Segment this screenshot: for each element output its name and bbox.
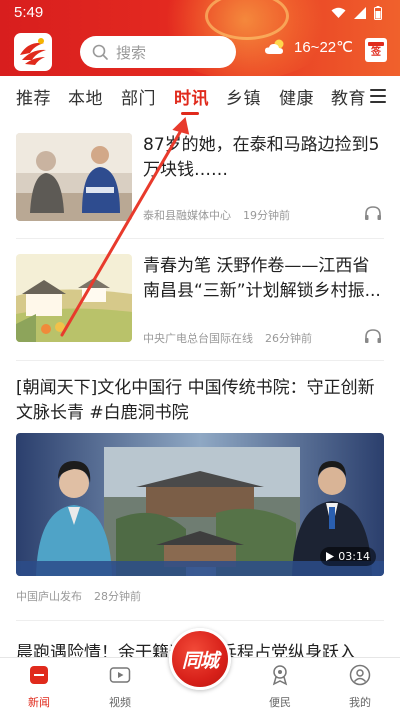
search-icon: [92, 44, 108, 60]
video-duration: 03:14: [320, 547, 376, 566]
signal-icon: [354, 7, 366, 19]
nav-video-label: 视频: [109, 696, 131, 709]
same-city-label: 同城: [181, 649, 219, 672]
tab-news-flash[interactable]: 时讯: [174, 84, 209, 109]
feed-divider: [16, 620, 384, 621]
tab-townships[interactable]: 乡镇: [226, 84, 261, 109]
tab-departments[interactable]: 部门: [121, 84, 156, 109]
active-tab-indicator: [181, 112, 199, 115]
play-icon: [326, 552, 335, 561]
weather-widget[interactable]: 16~22℃: [264, 38, 353, 56]
check-in-button[interactable]: 签: [365, 38, 387, 62]
news-item[interactable]: 87岁的她，在泰和马路边捡到5万块钱…… 泰和县融媒体中心 19分钟前: [16, 133, 384, 223]
nav-video[interactable]: 视频: [90, 664, 150, 710]
illustration-village-fields: [16, 254, 132, 342]
profile-icon: [349, 664, 371, 686]
tab-local[interactable]: 本地: [68, 84, 103, 109]
tab-health[interactable]: 健康: [279, 84, 314, 109]
news-time: 19分钟前: [243, 209, 290, 222]
news-thumbnail: [16, 254, 132, 342]
tab-recommend[interactable]: 推荐: [16, 84, 51, 109]
check-in-ribbon: [368, 42, 384, 46]
status-bar: 5:49: [0, 0, 400, 26]
news-meta: 泰和县融媒体中心 19分钟前: [143, 207, 290, 223]
cloud-sun-icon: [265, 39, 284, 54]
news-item[interactable]: 青春为笔 沃野作卷——江西省南昌县“三新”计划解锁乡村振... 中央广电总台国际…: [16, 254, 384, 346]
news-icon: [30, 666, 48, 684]
check-in-label: 签: [371, 47, 381, 58]
news-meta: 中央广电总台国际在线 26分钟前: [143, 330, 312, 346]
video-thumbnail[interactable]: 03:14: [16, 433, 384, 576]
app-logo[interactable]: [14, 33, 52, 71]
news-meta: 中国庐山发布 28分钟前: [16, 588, 141, 604]
same-city-button[interactable]: 同城: [169, 628, 231, 690]
news-title[interactable]: [朝闻天下]文化中国行 中国传统书院：守正创新 文脉长青 #白鹿洞书院: [16, 376, 384, 426]
service-icon: [272, 665, 288, 686]
status-time: 5:49: [14, 4, 44, 21]
video-duration-text: 03:14: [338, 550, 370, 563]
channel-tabs: 推荐 本地 部门 时讯 乡镇 健康 教育: [0, 78, 400, 118]
news-title[interactable]: 87岁的她，在泰和马路边捡到5万块钱……: [143, 133, 381, 183]
app-header: 5:49 搜索 16~22℃ 签: [0, 0, 400, 76]
feed-divider: [16, 238, 384, 239]
nav-news-label: 新闻: [28, 696, 50, 709]
feed-divider: [16, 360, 384, 361]
news-title[interactable]: 青春为笔 沃野作卷——江西省南昌县“三新”计划解锁乡村振...: [143, 254, 381, 304]
video-icon: [109, 667, 131, 683]
nav-services-label: 便民: [269, 696, 291, 709]
nav-profile-label: 我的: [349, 696, 371, 709]
tab-education[interactable]: 教育: [331, 84, 366, 109]
battery-icon: [374, 6, 382, 20]
nav-services[interactable]: 便民: [250, 664, 310, 710]
search-input[interactable]: 搜索: [80, 36, 236, 68]
status-icons: [331, 6, 382, 20]
news-source: 中国庐山发布: [16, 590, 82, 603]
wifi-icon: [331, 7, 346, 18]
news-source: 泰和县融媒体中心: [143, 209, 231, 222]
search-placeholder: 搜索: [116, 43, 147, 62]
news-time: 28分钟前: [94, 590, 141, 603]
menu-icon[interactable]: [370, 89, 386, 103]
headphones-icon[interactable]: [364, 328, 382, 344]
logo-swirl-icon: [20, 38, 46, 65]
headphones-icon[interactable]: [364, 205, 382, 221]
news-thumbnail: [16, 133, 132, 221]
nav-profile[interactable]: 我的: [330, 664, 390, 710]
weather-temperature: 16~22℃: [294, 39, 353, 56]
photo-elderly-woman-police: [16, 133, 132, 221]
news-source: 中央广电总台国际在线: [143, 332, 253, 345]
news-time: 26分钟前: [265, 332, 312, 345]
nav-news[interactable]: 新闻: [9, 664, 69, 710]
